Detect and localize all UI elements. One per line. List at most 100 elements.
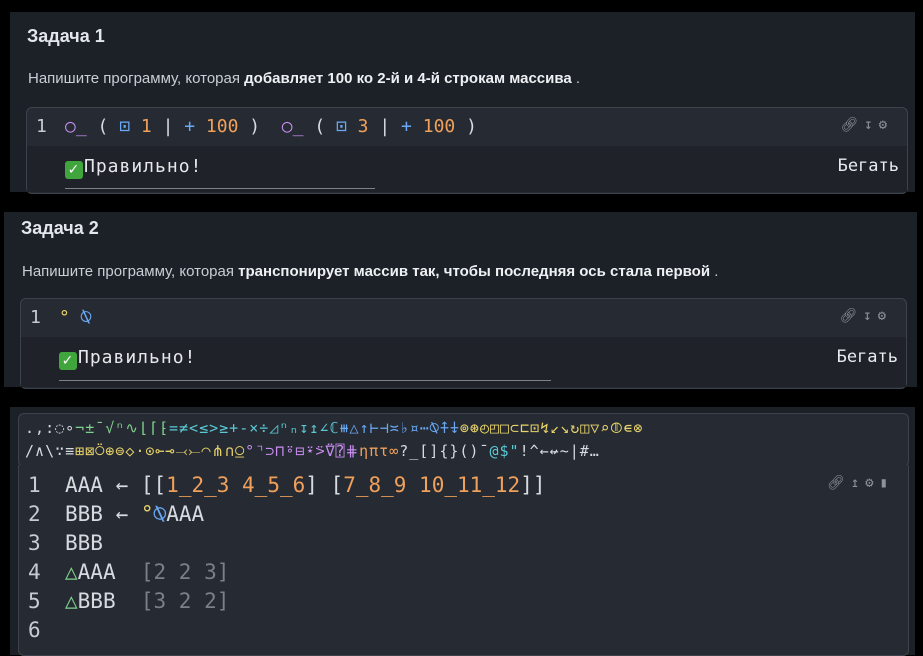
glyph-button[interactable]: ⊃ — [265, 442, 274, 460]
gear-icon[interactable]: ⚙ — [865, 475, 879, 491]
glyph-button[interactable]: □ — [500, 419, 509, 437]
glyph-button[interactable]: ⊗ — [633, 419, 642, 437]
glyph-button[interactable]: ∘ — [65, 419, 74, 437]
code-line[interactable]: BBB — [65, 531, 103, 555]
glyph-button[interactable]: - — [239, 419, 248, 437]
glyph-button[interactable]: { — [439, 442, 448, 460]
glyph-button[interactable]: ↑ — [360, 419, 369, 437]
file-icon[interactable]: ▮ — [880, 475, 894, 491]
glyph-button[interactable]: ° — [245, 442, 254, 460]
glyph-button[interactable]: ⍏ — [440, 419, 449, 437]
playground-code-editor[interactable]: 1 AAA ← [[1_2_3 4_5_6] [7_8_9 10_11_12]] 2… — [18, 465, 909, 656]
glyph-button[interactable]: ⊸ — [165, 442, 174, 460]
task2-code-editor[interactable]: 1 ° ⍉ 🔗︎↧⚙ ✓ Правильно! Бегать — [20, 298, 907, 389]
glyph-button[interactable]: ⊙ — [145, 442, 154, 460]
glyph-button[interactable]: τ — [379, 442, 388, 460]
glyph-button[interactable]: ∩ — [225, 442, 234, 460]
glyph-button[interactable]: ◫ — [580, 419, 589, 437]
glyph-button[interactable]: ∵ — [55, 442, 64, 460]
glyph-button[interactable]: } — [449, 442, 458, 460]
glyph-button[interactable]: ¬ — [75, 419, 84, 437]
task1-code-line[interactable]: ○̲ ( ⊡ 1 | + 100 ) ○̲ ( ⊡ 3 | + 100 ) — [65, 116, 477, 137]
glyph-button[interactable]: [ — [419, 442, 428, 460]
glyph-button[interactable]: ◰ — [490, 419, 499, 437]
glyph-button[interactable]: ≥ — [219, 419, 228, 437]
glyph-button[interactable]: | — [570, 442, 579, 460]
glyph-button[interactable]: : — [45, 419, 54, 437]
glyph-button[interactable]: ⍢ — [325, 442, 334, 460]
glyph-button[interactable]: ← — [540, 442, 549, 460]
glyph-button[interactable]: < — [189, 419, 198, 437]
glyph-button[interactable]: ⟜ — [155, 442, 164, 460]
glyph-button[interactable]: η — [359, 442, 368, 460]
code-line[interactable]: BBB ← °⍉AAA — [65, 502, 204, 526]
glyph-button[interactable]: ≡ — [65, 442, 74, 460]
glyph-button[interactable]: ⍥ — [95, 442, 104, 460]
glyph-button[interactable]: ⌈ — [149, 419, 158, 437]
glyph-button[interactable]: √ — [105, 419, 114, 437]
glyph-button[interactable]: ₙ — [289, 419, 298, 437]
glyph-button[interactable]: ¯ — [479, 442, 488, 460]
glyph-button[interactable]: + — [229, 419, 238, 437]
glyph-button[interactable]: ⋕ — [345, 442, 358, 460]
upload-icon[interactable]: ↥ — [851, 475, 865, 491]
link-icon[interactable]: 🔗︎ — [840, 117, 864, 133]
code-line[interactable]: △AAA [2 2 3] — [65, 560, 229, 584]
link-icon[interactable]: 🔗︎ — [839, 308, 863, 324]
glyph-button[interactable]: ⊛ — [470, 419, 479, 437]
task1-code-editor[interactable]: 1 ○̲ ( ⊡ 1 | + 100 ) ○̲ ( ⊡ 3 | + 100 ) … — [26, 107, 908, 194]
glyph-button[interactable]: ↥ — [309, 419, 318, 437]
glyph-button[interactable]: ⊣ — [380, 419, 389, 437]
glyph-button[interactable]: ∧ — [35, 442, 44, 460]
glyph-row-1[interactable]: .,:◌∘¬±¯√ⁿ∿⌊⌈⁅=≠<≤>≥+-×÷◿ⁿₙ↧↥∠ℂ⧻△↑⊢⊣≍♭¤⋯… — [25, 419, 905, 437]
glyph-button[interactable]: / — [25, 442, 34, 460]
glyph-button[interactable]: ↧ — [299, 419, 308, 437]
glyph-button[interactable]: ⍉ — [430, 419, 439, 437]
glyph-button[interactable]: ¤ — [410, 419, 419, 437]
glyph-button[interactable]: = — [169, 419, 178, 437]
glyph-button[interactable]: ⤙ — [175, 442, 187, 460]
glyph-button[interactable]: . — [25, 419, 34, 437]
glyph-button[interactable]: ⌕ — [600, 419, 609, 437]
glyph-button[interactable]: ⍩ — [315, 442, 324, 460]
glyph-button[interactable]: ) — [469, 442, 478, 460]
glyph-button[interactable]: ⋅ — [135, 442, 144, 460]
glyph-button[interactable]: ♭ — [400, 419, 409, 437]
glyph-button[interactable]: ⊕ — [105, 442, 114, 460]
glyph-button[interactable]: ⊚ — [460, 419, 469, 437]
gear-icon[interactable]: ⚙ — [878, 308, 892, 324]
glyph-button[interactable]: @ — [489, 442, 498, 460]
glyph-button[interactable]: ⍖ — [450, 419, 459, 437]
code-line[interactable]: AAA ← [[1_2_3 4_5_6] [7_8_9 10_11_12]] — [65, 473, 546, 497]
glyph-button[interactable]: ^ — [530, 442, 539, 460]
glyph-button[interactable]: ◇ — [125, 442, 134, 460]
glyph-button[interactable]: ∊ — [623, 419, 632, 437]
glyph-button[interactable]: , — [35, 419, 44, 437]
glyph-button[interactable]: ⌊ — [139, 419, 148, 437]
task2-code-line[interactable]: ° ⍉ — [59, 307, 92, 328]
glyph-button[interactable]: … — [590, 442, 599, 460]
glyph-button[interactable]: ∠ — [319, 419, 328, 437]
glyph-button[interactable]: $ — [500, 442, 509, 460]
glyph-button[interactable]: ⌝ — [255, 442, 264, 460]
glyph-button[interactable]: ↙ — [550, 419, 559, 437]
glyph-button[interactable]: ≍ — [390, 419, 399, 437]
link-icon[interactable]: 🔗︎ — [827, 475, 851, 491]
glyph-button[interactable]: △ — [350, 419, 359, 437]
glyph-button[interactable]: ⊞ — [75, 442, 84, 460]
code-line[interactable]: △BBB [3 2 2] — [65, 589, 229, 613]
glyph-button[interactable]: ↻ — [570, 419, 579, 437]
download-icon[interactable]: ↧ — [863, 308, 877, 324]
glyph-button[interactable]: ⊓ — [275, 442, 284, 460]
glyph-button[interactable]: ∿ — [125, 419, 138, 437]
glyph-button[interactable]: ¯ — [95, 419, 104, 437]
glyph-button[interactable]: ⍤ — [285, 442, 294, 460]
glyph-button[interactable]: > — [209, 419, 218, 437]
glyph-button[interactable]: ÷ — [259, 419, 268, 437]
glyph-button[interactable]: # — [580, 442, 589, 460]
glyph-button[interactable]: ↚ — [550, 442, 559, 460]
glyph-button[interactable]: ∞ — [389, 442, 398, 460]
glyph-button[interactable]: π — [369, 442, 378, 460]
glyph-button[interactable]: ~ — [560, 442, 569, 460]
glyph-button[interactable]: ◠ — [202, 442, 211, 460]
